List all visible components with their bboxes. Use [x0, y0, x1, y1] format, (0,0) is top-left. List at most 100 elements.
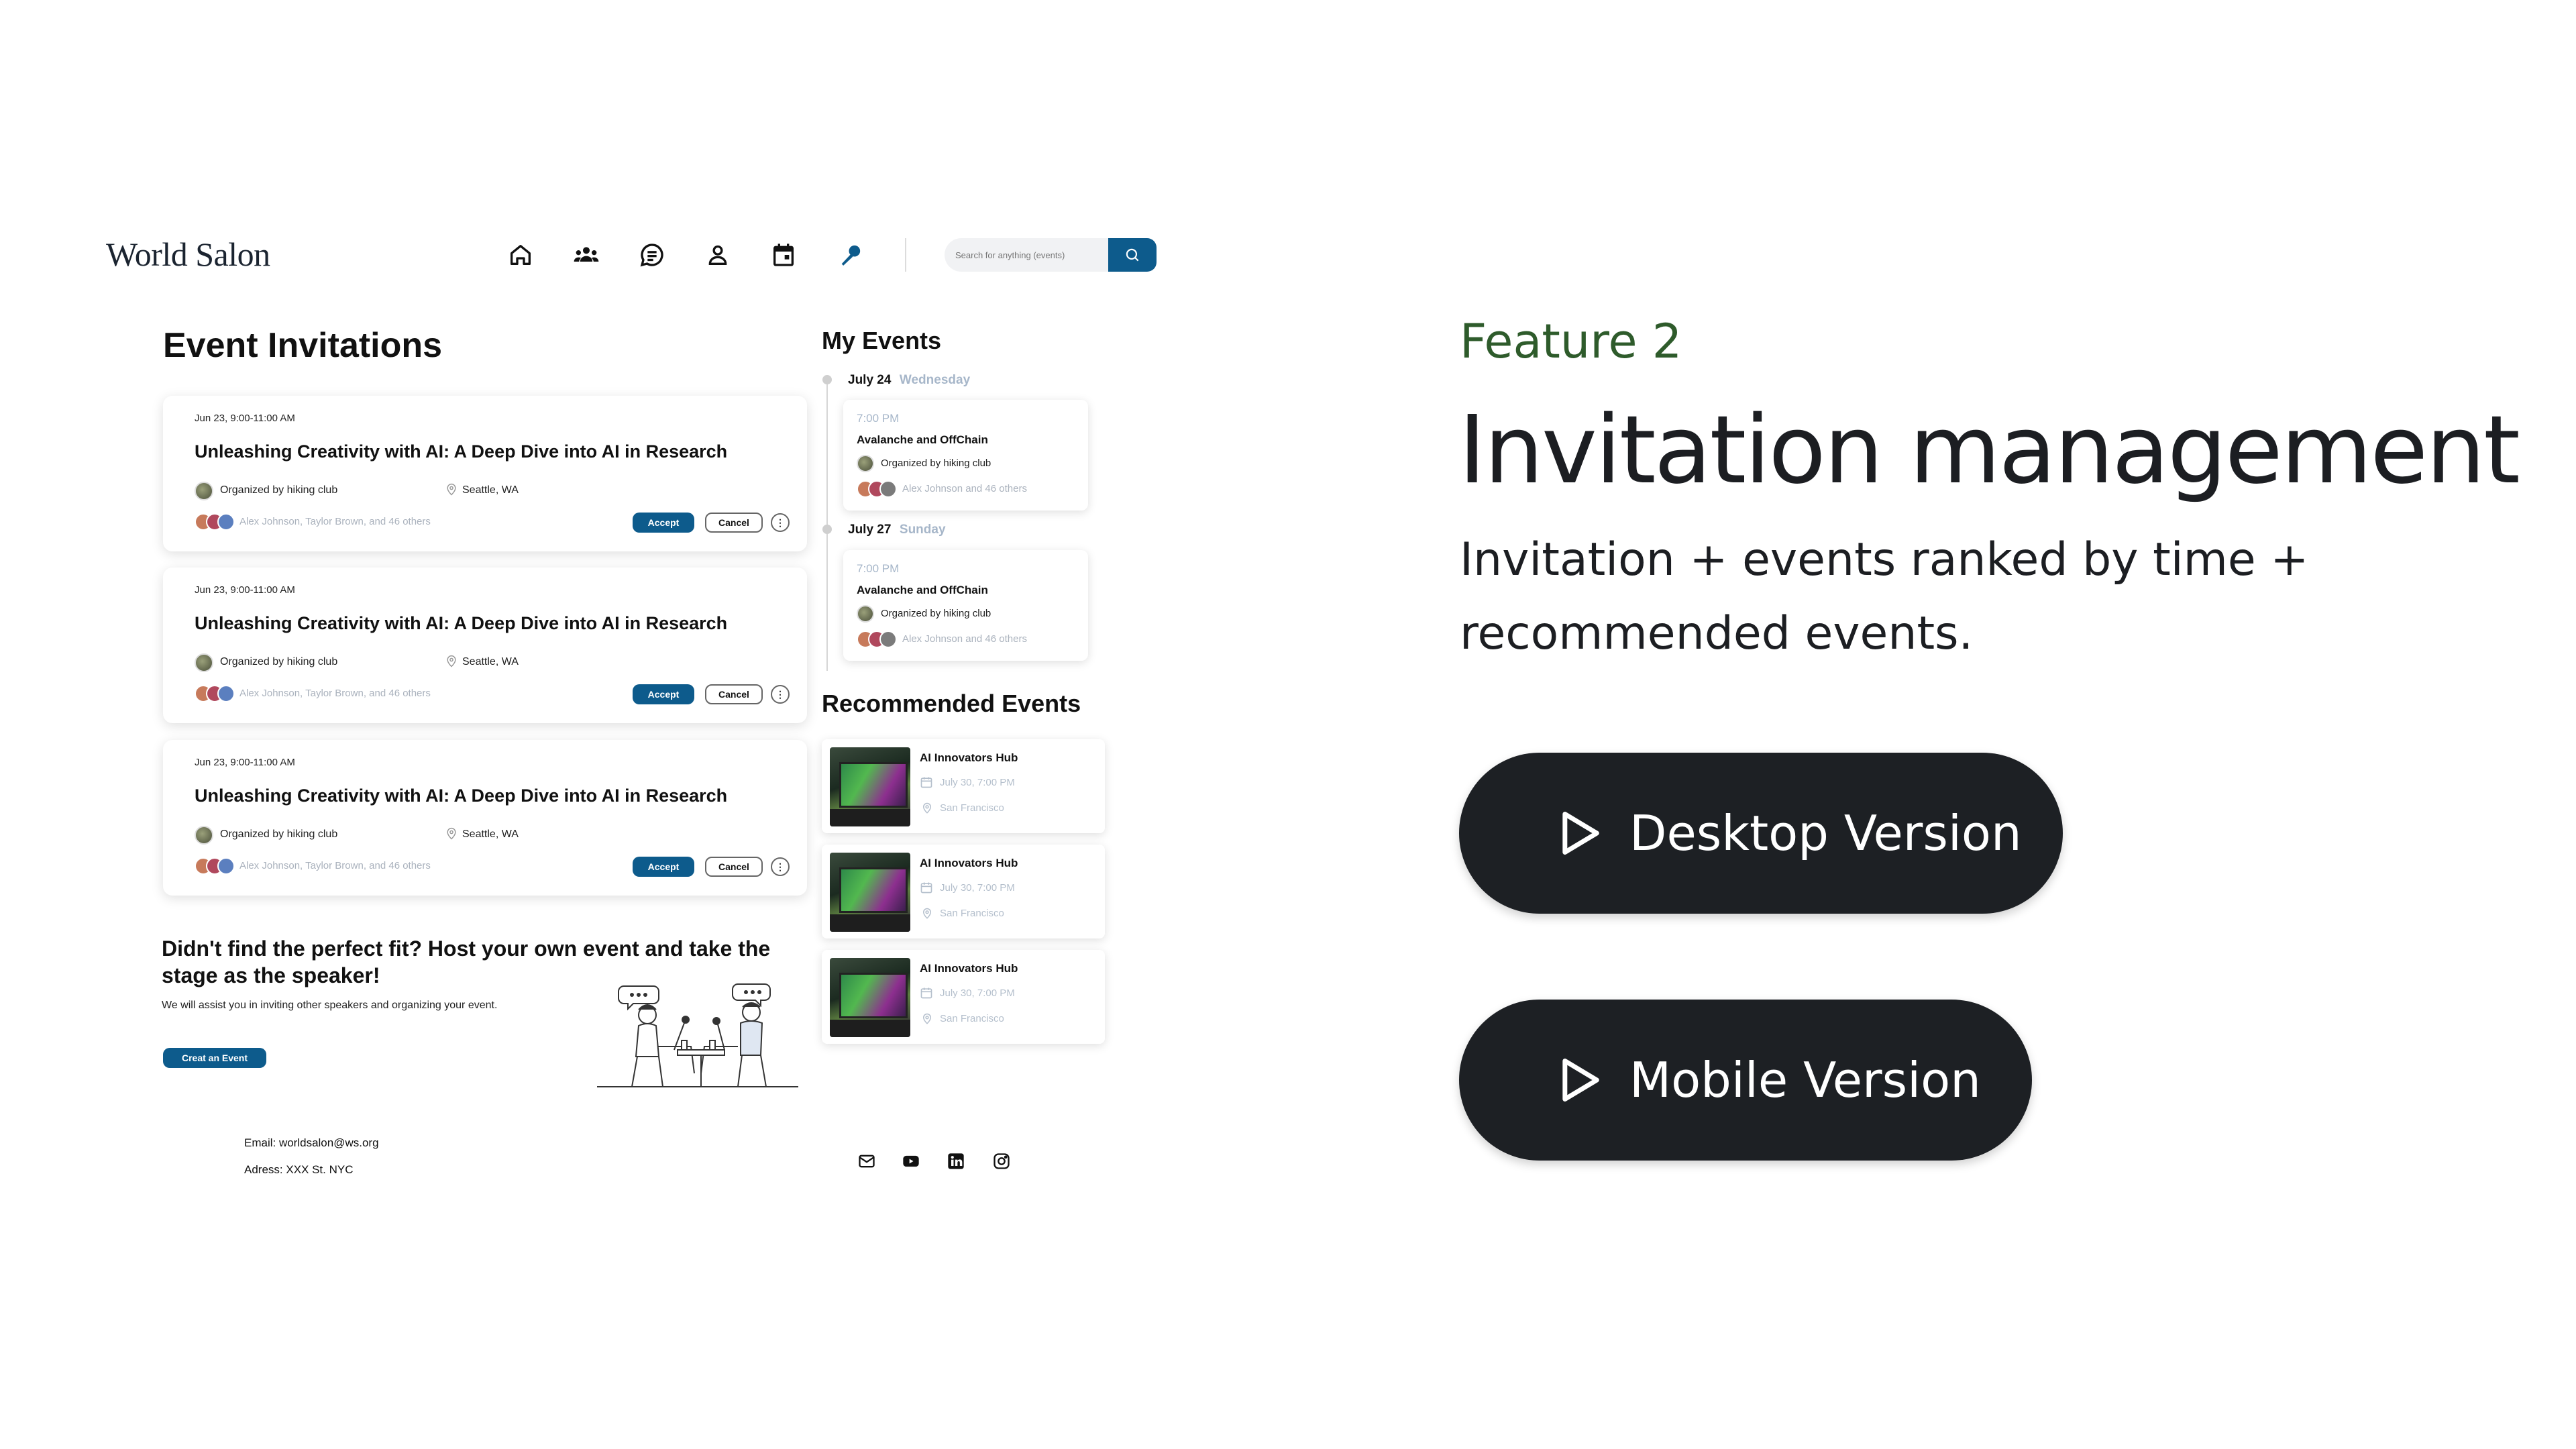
- speakers-illustration: [597, 983, 798, 1087]
- attendee-avatars: [857, 480, 897, 498]
- organizer-avatar: [857, 605, 874, 623]
- create-event-button[interactable]: Creat an Event: [163, 1048, 266, 1068]
- invitation-organizer: Organized by hiking club: [220, 484, 338, 496]
- recommended-event-card[interactable]: AI Innovators Hub July 30, 7:00 PM San F…: [822, 845, 1105, 938]
- invitation-location: Seattle, WA: [462, 484, 519, 496]
- mobile-version-button[interactable]: Mobile Version: [1459, 1000, 2032, 1161]
- event-date: July 30, 7:00 PM: [940, 777, 1015, 788]
- search-icon: [1126, 248, 1139, 262]
- event-name[interactable]: AI Innovators Hub: [920, 857, 1018, 870]
- host-event-subtitle: We will assist you in inviting other spe…: [162, 1000, 498, 1011]
- instagram-icon[interactable]: [990, 1150, 1013, 1173]
- calendar-icon: [920, 882, 932, 894]
- mobile-version-label: Mobile Version: [1629, 1052, 1981, 1108]
- event-time: 7:00 PM: [857, 412, 900, 425]
- accept-button[interactable]: Accept: [633, 684, 694, 704]
- organizer-avatar: [195, 482, 213, 500]
- invitation-title[interactable]: Unleashing Creativity with AI: A Deep Di…: [195, 613, 727, 634]
- feature-description: Invitation + events ranked by time + rec…: [1460, 533, 2309, 660]
- organizer-avatar: [857, 455, 874, 472]
- event-name[interactable]: Avalanche and OffChain: [857, 584, 988, 597]
- more-options-icon[interactable]: ⋮: [771, 685, 790, 704]
- location-icon: [922, 1013, 932, 1024]
- nav-divider: [905, 238, 906, 272]
- world-salon-logo[interactable]: World Salon: [106, 235, 270, 274]
- cancel-button[interactable]: Cancel: [705, 857, 763, 877]
- microphone-icon[interactable]: [832, 236, 869, 274]
- cancel-button[interactable]: Cancel: [705, 684, 763, 704]
- more-options-icon[interactable]: ⋮: [771, 513, 790, 532]
- location-icon: [447, 483, 456, 496]
- profile-icon[interactable]: [699, 236, 737, 274]
- location-icon: [447, 827, 456, 840]
- invitation-attendees: Alex Johnson, Taylor Brown, and 46 other…: [239, 860, 431, 871]
- accept-button[interactable]: Accept: [633, 513, 694, 533]
- home-icon[interactable]: [502, 236, 539, 274]
- calendar-icon: [920, 987, 932, 999]
- recommended-event-card[interactable]: AI Innovators Hub July 30, 7:00 PM San F…: [822, 950, 1105, 1044]
- location-icon: [922, 908, 932, 919]
- event-location: San Francisco: [940, 1013, 1004, 1024]
- linkedin-icon[interactable]: [945, 1150, 967, 1173]
- search-input[interactable]: [945, 238, 1112, 272]
- timeline-dot: [822, 525, 832, 534]
- event-date: July 30, 7:00 PM: [940, 882, 1015, 894]
- day-weekday: Wednesday: [899, 373, 971, 387]
- feature-label: Feature 2: [1460, 314, 1682, 369]
- event-invitations-title: Event Invitations: [163, 326, 443, 365]
- search-button[interactable]: [1108, 238, 1157, 272]
- my-event-card[interactable]: 7:00 PM Avalanche and OffChain Organized…: [843, 400, 1088, 511]
- invitation-card[interactable]: Jun 23, 9:00-11:00 AM Unleashing Creativ…: [163, 396, 807, 551]
- play-icon: [1562, 1059, 1599, 1102]
- feature-title: Invitation management: [1458, 396, 2520, 505]
- attendee-avatars: [195, 857, 235, 875]
- event-attendees: Alex Johnson and 46 others: [902, 633, 1027, 645]
- event-name[interactable]: AI Innovators Hub: [920, 751, 1018, 765]
- invitation-location: Seattle, WA: [462, 656, 519, 667]
- location-icon: [922, 802, 932, 814]
- event-location: San Francisco: [940, 908, 1004, 919]
- day-header: July 24 Wednesday: [848, 373, 970, 388]
- invitation-card[interactable]: Jun 23, 9:00-11:00 AM Unleashing Creativ…: [163, 568, 807, 723]
- invitation-title[interactable]: Unleashing Creativity with AI: A Deep Di…: [195, 441, 727, 462]
- event-name[interactable]: AI Innovators Hub: [920, 962, 1018, 975]
- day-date: July 24: [848, 373, 892, 387]
- recommended-event-card[interactable]: AI Innovators Hub July 30, 7:00 PM San F…: [822, 739, 1105, 833]
- chat-icon[interactable]: [633, 236, 671, 274]
- play-icon: [1562, 812, 1599, 855]
- event-date: July 30, 7:00 PM: [940, 987, 1015, 999]
- accept-button[interactable]: Accept: [633, 857, 694, 877]
- invitation-attendees: Alex Johnson, Taylor Brown, and 46 other…: [239, 516, 431, 527]
- location-icon: [447, 655, 456, 667]
- recommended-events-title: Recommended Events: [822, 690, 1081, 717]
- groups-icon[interactable]: [568, 236, 605, 274]
- footer-email[interactable]: Email: worldsalon@ws.org: [244, 1136, 379, 1150]
- youtube-icon[interactable]: [900, 1150, 922, 1173]
- event-location: San Francisco: [940, 802, 1004, 814]
- host-event-title: Didn't find the perfect fit? Host your o…: [162, 936, 771, 987]
- desktop-version-button[interactable]: Desktop Version: [1459, 753, 2063, 914]
- invitation-card[interactable]: Jun 23, 9:00-11:00 AM Unleashing Creativ…: [163, 740, 807, 896]
- mail-icon[interactable]: [855, 1150, 878, 1173]
- event-name[interactable]: Avalanche and OffChain: [857, 433, 988, 447]
- attendee-avatars: [195, 513, 235, 531]
- more-options-icon[interactable]: ⋮: [771, 857, 790, 876]
- day-date: July 27: [848, 523, 892, 537]
- invitation-date: Jun 23, 9:00-11:00 AM: [195, 584, 295, 596]
- event-organizer: Organized by hiking club: [881, 458, 991, 469]
- event-thumbnail: [830, 958, 910, 1037]
- timeline-dot: [822, 375, 832, 384]
- my-events-title: My Events: [822, 327, 942, 354]
- invitation-title[interactable]: Unleashing Creativity with AI: A Deep Di…: [195, 786, 727, 806]
- calendar-icon: [920, 777, 932, 788]
- day-weekday: Sunday: [899, 523, 946, 537]
- invitation-attendees: Alex Johnson, Taylor Brown, and 46 other…: [239, 688, 431, 699]
- event-thumbnail: [830, 853, 910, 932]
- my-event-card[interactable]: 7:00 PM Avalanche and OffChain Organized…: [843, 550, 1088, 661]
- invitation-organizer: Organized by hiking club: [220, 828, 338, 840]
- cancel-button[interactable]: Cancel: [705, 513, 763, 533]
- calendar-icon[interactable]: [765, 236, 802, 274]
- invitation-organizer: Organized by hiking club: [220, 656, 338, 667]
- invitation-date: Jun 23, 9:00-11:00 AM: [195, 757, 295, 768]
- invitation-date: Jun 23, 9:00-11:00 AM: [195, 413, 295, 424]
